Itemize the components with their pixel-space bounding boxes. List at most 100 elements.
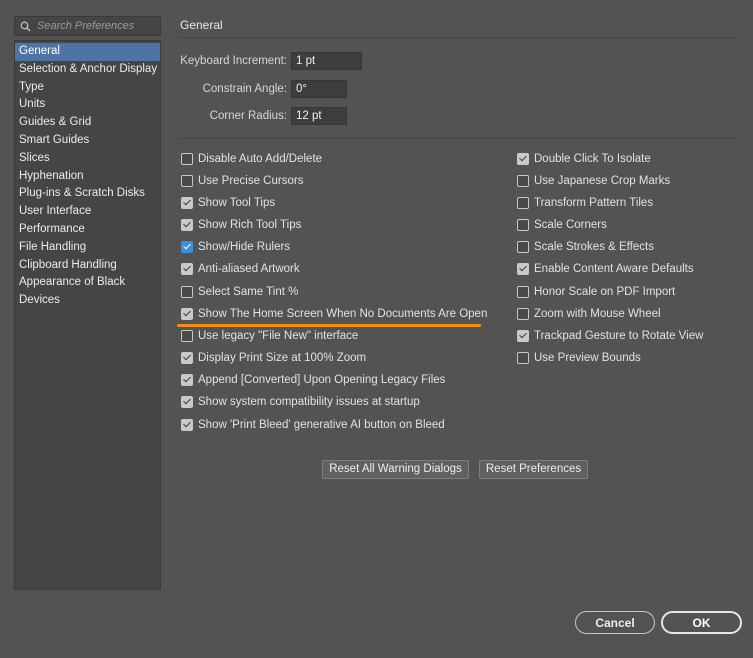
option-use-preview-bounds[interactable]: Use Preview Bounds	[517, 350, 641, 366]
title-divider	[180, 37, 739, 38]
checkbox[interactable]	[517, 286, 529, 298]
option-label: Zoom with Mouse Wheel	[534, 308, 661, 320]
option-trackpad-rotate-view[interactable]: Trackpad Gesture to Rotate View	[517, 328, 703, 344]
sidebar-item-performance[interactable]: Performance	[15, 221, 160, 239]
corner-radius-input[interactable]: 12 pt	[291, 107, 347, 125]
option-label: Show/Hide Rulers	[198, 241, 291, 253]
option-double-click-to-isolate[interactable]: Double Click To Isolate	[517, 151, 651, 167]
option-append-converted[interactable]: Append [Converted] Upon Opening Legacy F…	[181, 372, 445, 388]
checkbox[interactable]	[181, 374, 193, 386]
checkbox[interactable]	[181, 352, 193, 364]
option-label: Use legacy "File New" interface	[198, 330, 359, 342]
option-label: Scale Corners	[534, 219, 607, 231]
cancel-button[interactable]: Cancel	[575, 611, 655, 634]
option-honor-scale-pdf-import[interactable]: Honor Scale on PDF Import	[517, 284, 675, 300]
option-label: Double Click To Isolate	[534, 153, 651, 165]
checkbox[interactable]	[517, 241, 529, 253]
checkbox[interactable]	[517, 352, 529, 364]
checkbox[interactable]	[181, 308, 193, 320]
option-label: Trackpad Gesture to Rotate View	[534, 330, 704, 342]
checkbox[interactable]	[181, 419, 193, 431]
sidebar-item-units[interactable]: Units	[15, 96, 160, 114]
checkbox[interactable]	[181, 330, 193, 342]
checkbox[interactable]	[517, 308, 529, 320]
option-content-aware-defaults[interactable]: Enable Content Aware Defaults	[517, 261, 694, 277]
ok-button[interactable]: OK	[661, 611, 742, 634]
option-label: Honor Scale on PDF Import	[534, 286, 676, 298]
sidebar-item-clipboard-handling[interactable]: Clipboard Handling	[15, 257, 160, 275]
checkbox[interactable]	[181, 219, 193, 231]
option-label: Show The Home Screen When No Documents A…	[198, 308, 488, 320]
option-use-legacy-file-new[interactable]: Use legacy "File New" interface	[181, 328, 358, 344]
keyboard-increment-label: Keyboard Increment:	[180, 55, 287, 67]
highlight-underline	[177, 324, 481, 327]
checkbox[interactable]	[517, 263, 529, 275]
option-show-rich-tool-tips[interactable]: Show Rich Tool Tips	[181, 217, 301, 233]
sidebar-item-type[interactable]: Type	[15, 79, 160, 97]
keyboard-increment-input[interactable]: 1 pt	[291, 52, 362, 70]
checkbox[interactable]	[517, 175, 529, 187]
option-label: Use Precise Cursors	[198, 175, 304, 187]
option-label: Use Japanese Crop Marks	[534, 175, 671, 187]
sidebar-item-user-interface[interactable]: User Interface	[15, 203, 160, 221]
option-japanese-crop-marks[interactable]: Use Japanese Crop Marks	[517, 173, 670, 189]
checkbox[interactable]	[517, 197, 529, 209]
sidebar-item-appearance-of-black[interactable]: Appearance of Black	[15, 274, 160, 292]
option-scale-corners[interactable]: Scale Corners	[517, 217, 607, 233]
constrain-angle-input[interactable]: 0°	[291, 80, 347, 98]
checkbox[interactable]	[181, 263, 193, 275]
constrain-angle-label: Constrain Angle:	[202, 83, 287, 95]
option-select-same-tint[interactable]: Select Same Tint %	[181, 284, 298, 300]
option-label: Scale Strokes & Effects	[534, 241, 654, 253]
option-label: Append [Converted] Upon Opening Legacy F…	[198, 374, 446, 386]
option-print-bleed-ai-button[interactable]: Show 'Print Bleed' generative AI button …	[181, 417, 445, 433]
option-show-compatibility-issues[interactable]: Show system compatibility issues at star…	[181, 394, 420, 410]
option-label: Anti-aliased Artwork	[198, 263, 300, 275]
option-label: Show Tool Tips	[198, 197, 276, 209]
option-anti-aliased-artwork[interactable]: Anti-aliased Artwork	[181, 261, 300, 277]
corner-radius-label: Corner Radius:	[209, 110, 287, 122]
option-label: Show system compatibility issues at star…	[198, 396, 420, 408]
checkbox[interactable]	[181, 153, 193, 165]
checkbox[interactable]	[181, 241, 193, 253]
option-display-print-size[interactable]: Display Print Size at 100% Zoom	[181, 350, 366, 366]
search-input[interactable]	[37, 18, 157, 34]
option-label: Disable Auto Add/Delete	[198, 153, 323, 165]
checkbox[interactable]	[517, 153, 529, 165]
sidebar-item-hyphenation[interactable]: Hyphenation	[15, 168, 160, 186]
fields-divider	[180, 138, 739, 139]
option-scale-strokes-effects[interactable]: Scale Strokes & Effects	[517, 239, 654, 255]
search-field[interactable]	[14, 16, 161, 36]
sidebar-item-file-handling[interactable]: File Handling	[15, 239, 160, 257]
search-icon	[20, 21, 31, 32]
option-label: Enable Content Aware Defaults	[534, 263, 694, 275]
reset-warning-dialogs-button[interactable]: Reset All Warning Dialogs	[322, 460, 469, 479]
option-label: Display Print Size at 100% Zoom	[198, 352, 367, 364]
option-label: Select Same Tint %	[198, 286, 299, 298]
sidebar-item-selection-anchor-display[interactable]: Selection & Anchor Display	[15, 61, 160, 79]
sidebar-item-smart-guides[interactable]: Smart Guides	[15, 132, 160, 150]
option-show-home-screen[interactable]: Show The Home Screen When No Documents A…	[181, 306, 487, 322]
sidebar-item-guides-grid[interactable]: Guides & Grid	[15, 114, 160, 132]
checkbox[interactable]	[181, 197, 193, 209]
option-label: Show Rich Tool Tips	[198, 219, 302, 231]
checkbox[interactable]	[517, 330, 529, 342]
sidebar-item-plugins-scratch-disks[interactable]: Plug-ins & Scratch Disks	[15, 185, 160, 203]
option-show-hide-rulers[interactable]: Show/Hide Rulers	[181, 239, 290, 255]
option-label: Transform Pattern Tiles	[534, 197, 654, 209]
reset-preferences-button[interactable]: Reset Preferences	[479, 460, 588, 479]
checkbox[interactable]	[517, 219, 529, 231]
sidebar-item-devices[interactable]: Devices	[15, 292, 160, 310]
option-label: Show 'Print Bleed' generative AI button …	[198, 419, 445, 431]
sidebar-item-general[interactable]: General	[15, 43, 160, 61]
checkbox[interactable]	[181, 396, 193, 408]
checkbox[interactable]	[181, 286, 193, 298]
option-disable-auto-add-delete[interactable]: Disable Auto Add/Delete	[181, 151, 322, 167]
option-use-precise-cursors[interactable]: Use Precise Cursors	[181, 173, 303, 189]
option-show-tool-tips[interactable]: Show Tool Tips	[181, 195, 275, 211]
option-transform-pattern-tiles[interactable]: Transform Pattern Tiles	[517, 195, 653, 211]
checkbox[interactable]	[181, 175, 193, 187]
sidebar-item-slices[interactable]: Slices	[15, 150, 160, 168]
option-label: Use Preview Bounds	[534, 352, 641, 364]
option-zoom-mouse-wheel[interactable]: Zoom with Mouse Wheel	[517, 306, 661, 322]
